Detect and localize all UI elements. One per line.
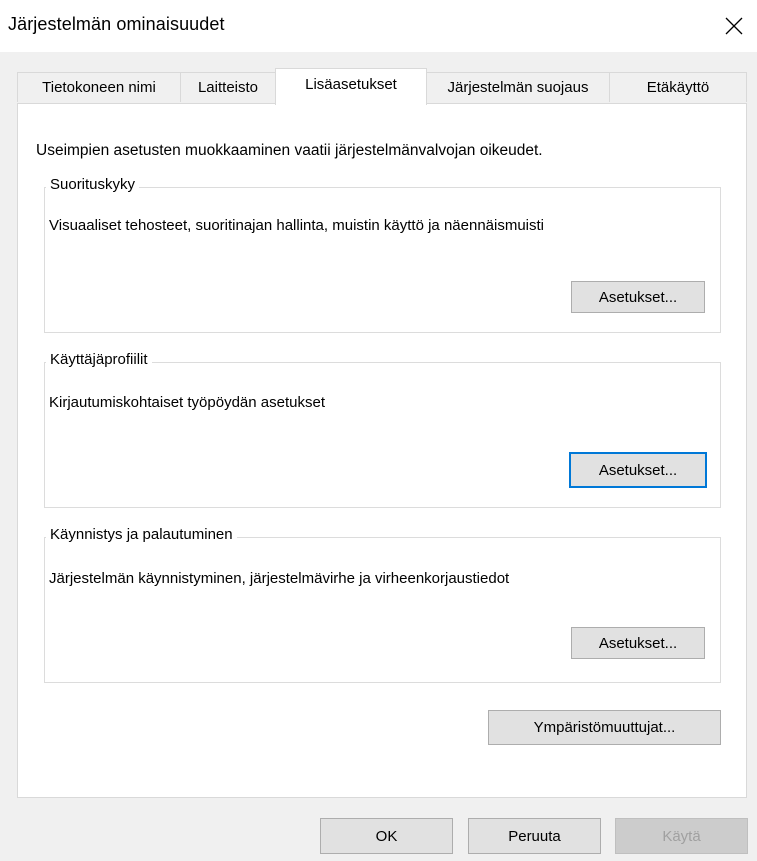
performance-group: Suorituskyky Visuaaliset tehosteet, suor…	[44, 176, 721, 333]
user-profiles-group: Käyttäjäprofiilit Kirjautumiskohtaiset t…	[44, 351, 721, 508]
close-icon	[725, 17, 743, 35]
tab-advanced[interactable]: Lisäasetukset	[275, 68, 427, 105]
performance-group-title: Suorituskyky	[46, 176, 140, 193]
user-profiles-description: Kirjautumiskohtaiset työpöydän asetukset	[49, 394, 325, 411]
cancel-button[interactable]: Peruuta	[468, 818, 601, 854]
startup-recovery-group: Käynnistys ja palautuminen Järjestelmän …	[44, 526, 721, 683]
startup-recovery-settings-button[interactable]: Asetukset...	[571, 627, 705, 659]
title-bar: Järjestelmän ominaisuudet	[0, 0, 757, 52]
window-title: Järjestelmän ominaisuudet	[8, 14, 225, 34]
tab-system-protection[interactable]: Järjestelmän suojaus	[426, 72, 610, 102]
startup-recovery-description: Järjestelmän käynnistyminen, järjestelmä…	[49, 570, 510, 587]
apply-button: Käytä	[615, 818, 748, 854]
tab-computer-name[interactable]: Tietokoneen nimi	[17, 72, 181, 102]
tab-remote[interactable]: Etäkäyttö	[609, 72, 747, 102]
startup-recovery-group-title: Käynnistys ja palautuminen	[46, 526, 237, 543]
environment-variables-button[interactable]: Ympäristömuuttujat...	[488, 710, 721, 745]
admin-notice: Useimpien asetusten muokkaaminen vaatii …	[36, 142, 543, 159]
close-button[interactable]	[711, 0, 757, 52]
ok-button[interactable]: OK	[320, 818, 453, 854]
user-profiles-group-title: Käyttäjäprofiilit	[46, 351, 152, 368]
performance-settings-button[interactable]: Asetukset...	[571, 281, 705, 313]
tab-hardware[interactable]: Laitteisto	[180, 72, 276, 102]
user-profiles-settings-button[interactable]: Asetukset...	[569, 452, 707, 488]
performance-description: Visuaaliset tehosteet, suoritinajan hall…	[49, 217, 544, 234]
